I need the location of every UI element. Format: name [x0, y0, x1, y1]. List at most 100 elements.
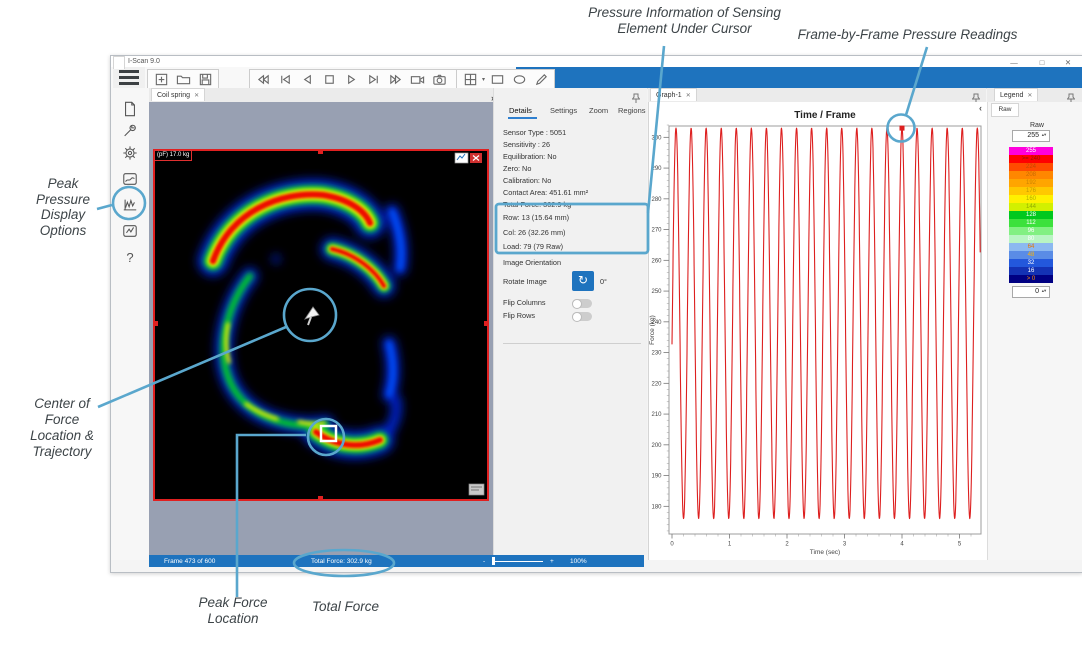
tab-settings[interactable]: Settings — [550, 106, 577, 115]
y-tick-label: 200 — [651, 443, 662, 449]
zoom-slider-thumb[interactable] — [492, 557, 495, 565]
legend-tab-close-icon[interactable]: ✕ — [1027, 92, 1032, 99]
rewind-button[interactable] — [253, 71, 273, 87]
zoom-out-button[interactable]: - — [483, 558, 485, 565]
legend-band: 80 — [1009, 235, 1053, 243]
y-tick-label: 300 — [651, 135, 662, 141]
zoom-level: 100% — [570, 558, 587, 565]
legend-collapse-chevron-icon[interactable]: ‹ — [979, 103, 982, 113]
annotation-text: Pressure — [18, 192, 108, 208]
x-axis-label: Time (sec) — [810, 549, 840, 556]
graph-tab-close-icon[interactable]: ✕ — [686, 92, 691, 99]
chart-title: Time / Frame — [794, 110, 856, 121]
annotation-text: Frame-by-Frame Pressure Readings — [780, 27, 1035, 43]
tab-details[interactable]: Details — [509, 106, 532, 115]
annotation-text: Center of — [12, 396, 112, 412]
spinner-arrows-icon[interactable]: ▴▾ — [1040, 287, 1048, 297]
document-tab-close-icon[interactable]: ✕ — [194, 92, 199, 99]
cursor-field: Col: 26 (32.26 mm) — [503, 226, 569, 241]
image-display-button[interactable] — [121, 170, 139, 188]
detail-field: Contact Area: 451.61 mm² — [503, 187, 588, 199]
legend-band: 32 — [1009, 259, 1053, 267]
detail-field: Sensor Type : 5051 — [503, 127, 588, 139]
graph-tab[interactable]: Graph-1 ✕ — [650, 88, 697, 101]
annotation-text: Force — [12, 412, 112, 428]
spinner-arrows-icon[interactable]: ▴▾ — [1040, 131, 1048, 141]
map-close-icon[interactable] — [470, 153, 482, 163]
window-title: I-Scan 9.0 — [128, 58, 160, 65]
stop-button[interactable] — [319, 71, 339, 87]
main-menu-button[interactable] — [113, 67, 145, 88]
graph-tab-label: Graph-1 — [656, 92, 682, 99]
previous-frame-button[interactable] — [297, 71, 317, 87]
legend-band: 192 — [1009, 179, 1053, 187]
pressure-map[interactable] — [153, 149, 489, 501]
x-tick-label: 4 — [900, 542, 904, 548]
legend-raw-subtab[interactable]: Raw — [991, 103, 1019, 117]
legend-band: 208 — [1009, 171, 1053, 179]
save-file-button[interactable] — [195, 71, 215, 87]
x-tick-label: 0 — [670, 542, 674, 548]
settings-gear-button[interactable] — [121, 144, 139, 162]
legend-min-value: 0 — [1035, 288, 1039, 295]
first-frame-button[interactable] — [275, 71, 295, 87]
legend-min-spinner[interactable]: 0 ▴▾ — [1012, 286, 1050, 298]
y-tick-label: 290 — [651, 166, 662, 172]
image-orientation-header: Image Orientation — [503, 258, 561, 267]
open-file-button[interactable] — [173, 71, 193, 87]
y-tick-label: 210 — [651, 412, 662, 418]
divider — [503, 343, 641, 344]
total-force-readout: Total Force: 302.9 kg — [311, 558, 372, 565]
fast-forward-button[interactable] — [385, 71, 405, 87]
flip-columns-toggle[interactable] — [572, 299, 592, 308]
x-tick-label: 5 — [958, 542, 962, 548]
calibration-wrench-button[interactable] — [121, 122, 139, 140]
time-frame-chart[interactable]: Time / FrameForce (kg)Time (sec)18019020… — [648, 102, 986, 560]
ellipse-tool-button[interactable] — [509, 71, 529, 87]
legend-band: >= 240 — [1009, 155, 1053, 163]
toolbar-tools-group: ▾ — [456, 69, 555, 89]
legend-max-spinner[interactable]: 255 ▴▾ — [1012, 130, 1050, 142]
legend-tab[interactable]: Legend ✕ — [994, 88, 1038, 101]
annotation-pressure-info: Pressure Information of Sensing Element … — [562, 5, 807, 37]
peak-pressure-display-button[interactable] — [121, 196, 139, 214]
annotation-text: Trajectory — [12, 444, 112, 460]
document-tab[interactable] — [113, 56, 125, 69]
y-tick-label: 260 — [651, 258, 662, 264]
rotate-image-button[interactable]: ↻ — [572, 271, 594, 291]
document-tab-coil-spring[interactable]: Coil spring ✕ — [151, 88, 205, 101]
annotation-text: Display — [18, 207, 108, 223]
annotation-text: Total Force — [288, 599, 403, 615]
x-tick-label: 2 — [785, 542, 789, 548]
map-graph-icon[interactable] — [455, 153, 468, 163]
highlighted-data-point[interactable] — [900, 126, 905, 131]
toolbar-accent-fill — [516, 67, 1082, 88]
y-tick-label: 180 — [651, 504, 662, 510]
play-button[interactable] — [341, 71, 361, 87]
next-frame-button[interactable] — [363, 71, 383, 87]
legend-scale-label: Raw — [1007, 122, 1067, 129]
snapshot-button[interactable] — [429, 71, 449, 87]
tab-zoom[interactable]: Zoom — [589, 106, 608, 115]
new-document-button[interactable] — [121, 100, 139, 118]
tab-regions[interactable]: Regions — [618, 106, 646, 115]
toolbar-playback-group — [249, 69, 475, 89]
record-movie-button[interactable] — [407, 71, 427, 87]
annotation-text: Peak Force — [183, 595, 283, 611]
export-image-button[interactable] — [121, 222, 139, 240]
rectangle-tool-button[interactable] — [487, 71, 507, 87]
annotation-text: Pressure Information of Sensing — [562, 5, 807, 21]
zoom-slider[interactable] — [493, 561, 543, 563]
legend-band: 112 — [1009, 219, 1053, 227]
y-tick-label: 230 — [651, 351, 662, 357]
help-button[interactable]: ? — [121, 248, 139, 266]
zoom-in-button[interactable]: + — [550, 558, 554, 565]
annotation-text: Options — [18, 223, 108, 239]
add-frame-button[interactable] — [151, 71, 171, 87]
graph-tabstrip — [648, 88, 986, 103]
flip-rows-toggle[interactable] — [572, 312, 592, 321]
y-tick-label: 220 — [651, 381, 662, 387]
grid-layout-caret-icon[interactable]: ▾ — [482, 76, 485, 83]
pencil-tool-button[interactable] — [531, 71, 551, 87]
grid-layout-button[interactable] — [460, 71, 480, 87]
